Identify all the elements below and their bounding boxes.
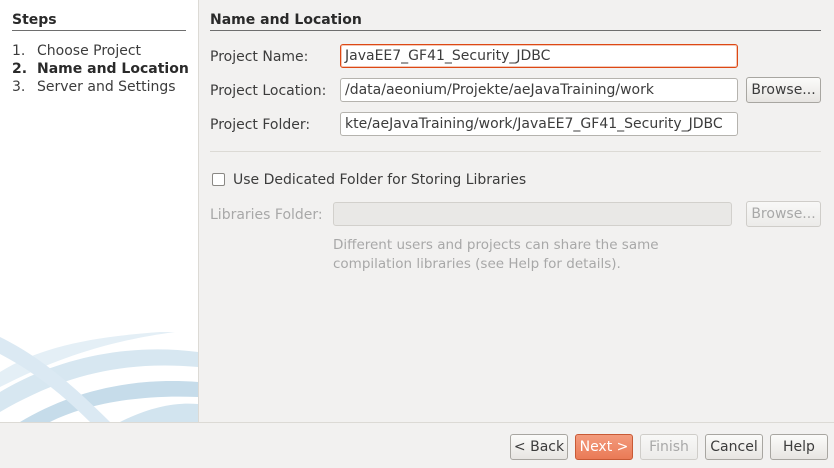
project-location-label: Project Location: — [210, 83, 327, 99]
project-folder-label: Project Folder: — [210, 117, 311, 133]
step-label: Name and Location — [37, 61, 189, 77]
cancel-button[interactable]: Cancel — [705, 434, 763, 460]
step-label: Server and Settings — [37, 79, 176, 95]
project-location-input[interactable]: /data/aeonium/Projekte/aeJavaTraining/wo… — [340, 78, 738, 102]
section-title: Name and Location — [210, 12, 821, 31]
step-server-and-settings: 3. Server and Settings — [12, 79, 176, 95]
libraries-folder-label: Libraries Folder: — [210, 207, 323, 223]
project-folder-field[interactable]: kte/aeJavaTraining/work/JavaEE7_GF41_Sec… — [340, 112, 738, 136]
help-button[interactable]: Help — [770, 434, 828, 460]
back-button[interactable]: < Back — [510, 434, 568, 460]
project-name-input[interactable]: JavaEE7_GF41_Security_JDBC — [340, 44, 738, 68]
wizard-swirl-graphic — [0, 332, 198, 422]
project-name-label: Project Name: — [210, 49, 309, 65]
libraries-folder-browse-button[interactable]: Browse... — [746, 201, 821, 227]
separator — [210, 151, 821, 152]
project-location-browse-button[interactable]: Browse... — [746, 77, 821, 103]
step-choose-project: 1. Choose Project — [12, 43, 141, 59]
dedicated-folder-checkbox[interactable] — [212, 173, 225, 186]
libraries-folder-input[interactable] — [333, 202, 732, 226]
steps-sidebar: Steps 1. Choose Project 2. Name and Locati… — [0, 0, 199, 422]
steps-title: Steps — [12, 12, 186, 31]
next-button[interactable]: Next > — [575, 434, 633, 460]
step-name-and-location: 2. Name and Location — [12, 61, 189, 77]
dedicated-folder-label[interactable]: Use Dedicated Folder for Storing Librari… — [233, 172, 526, 188]
libraries-help-text: Different users and projects can share t… — [333, 237, 659, 272]
finish-button[interactable]: Finish — [640, 434, 698, 460]
step-label: Choose Project — [37, 43, 142, 59]
step-number: 3. — [12, 79, 26, 95]
step-number: 2. — [12, 61, 28, 77]
step-number: 1. — [12, 43, 26, 59]
